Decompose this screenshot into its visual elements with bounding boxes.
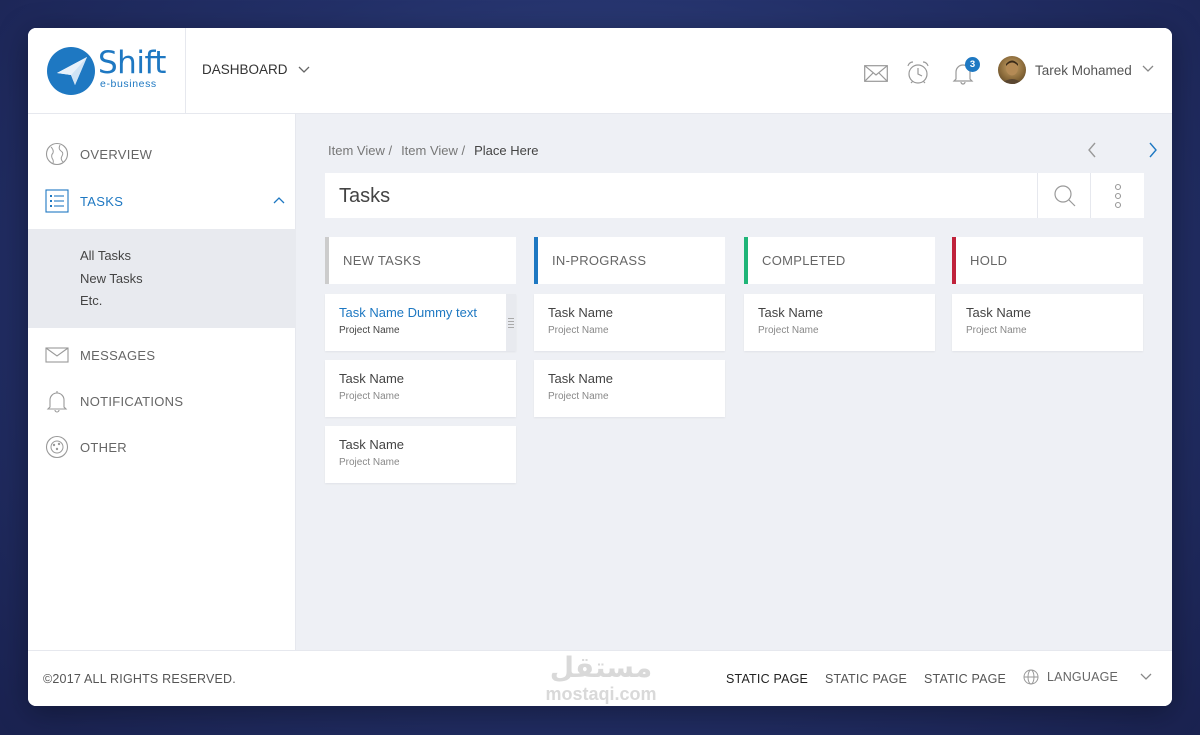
task-name: Task Name	[339, 371, 405, 386]
project-name: Project Name	[758, 325, 819, 336]
task-card[interactable]: Task Name Project Name	[534, 294, 725, 351]
breadcrumb-current: Place Here	[474, 143, 539, 158]
sidebar-item-messages[interactable]: MESSAGES	[45, 342, 285, 368]
task-name: Task Name	[758, 305, 824, 320]
avatar[interactable]	[998, 56, 1026, 84]
chevron-down-icon	[298, 66, 309, 73]
task-name: Task Name	[966, 305, 1032, 320]
project-name: Project Name	[548, 391, 609, 402]
submenu-item-etc[interactable]: Etc.	[80, 293, 102, 308]
vertical-dots-icon	[1114, 183, 1121, 208]
task-name: Task Name	[548, 305, 614, 320]
sidebar-item-label: MESSAGES	[80, 347, 156, 363]
top-header: Shift e-business DASHBOARD 3 Tarek Moham…	[28, 28, 1172, 114]
sidebar-item-other[interactable]: OTHER	[45, 434, 285, 460]
task-card[interactable]: Task Name Dummy text Project Name	[325, 294, 516, 351]
footer-link-static-page[interactable]: STATIC PAGE	[825, 672, 907, 686]
column-header-new-tasks: NEW TASKS	[325, 237, 516, 284]
globe-icon	[45, 142, 69, 166]
page-title: Tasks	[339, 185, 391, 207]
page-header-bar: Tasks	[325, 173, 1144, 218]
previous-arrow-icon[interactable]	[1087, 142, 1097, 158]
more-options-button[interactable]	[1090, 173, 1144, 218]
task-name: Task Name Dummy text	[339, 305, 477, 320]
sidebar-item-notifications[interactable]: NOTIFICATIONS	[45, 388, 285, 414]
chevron-down-icon[interactable]	[1142, 65, 1154, 73]
task-name: Task Name	[548, 371, 614, 386]
project-name: Project Name	[966, 325, 1027, 336]
dots-circle-icon	[45, 435, 69, 459]
dashboard-menu[interactable]: DASHBOARD	[202, 62, 310, 77]
task-card[interactable]: Task Name Project Name	[952, 294, 1143, 351]
main-content: Item View / Item View / Place Here Tasks	[296, 114, 1172, 650]
watermark-arabic: مستقل	[549, 651, 653, 684]
watermark-logo: مستقل mostaqi.com	[526, 651, 676, 706]
task-card[interactable]: Task Name Project Name	[534, 360, 725, 417]
breadcrumb-item[interactable]: Item View /	[328, 143, 392, 158]
brand-tagline: e-business	[100, 78, 157, 90]
search-icon	[1053, 184, 1075, 206]
task-card[interactable]: Task Name Project Name	[325, 426, 516, 483]
list-icon	[45, 189, 69, 213]
brand-name: Shift	[98, 45, 166, 81]
sidebar-item-label: TASKS	[80, 193, 124, 209]
project-name: Project Name	[339, 391, 400, 402]
sidebar-item-label: NOTIFICATIONS	[80, 393, 184, 409]
task-card[interactable]: Task Name Project Name	[744, 294, 935, 351]
bell-icon	[46, 391, 68, 413]
language-label: LANGUAGE	[1047, 670, 1119, 684]
breadcrumb: Item View / Item View / Place Here	[328, 143, 538, 158]
sidebar-item-overview[interactable]: OVERVIEW	[45, 141, 285, 167]
watermark-latin: mostaqi.com	[545, 684, 657, 704]
task-card[interactable]: Task Name Project Name	[325, 360, 516, 417]
chevron-up-icon[interactable]	[273, 196, 285, 204]
dashboard-label: DASHBOARD	[202, 62, 288, 77]
footer-link-static-page[interactable]: STATIC PAGE	[726, 672, 808, 686]
column-header-completed: COMPLETED	[744, 237, 935, 284]
sidebar: OVERVIEW TASKS All Tasks New Tasks Etc.	[28, 114, 296, 650]
next-arrow-icon[interactable]	[1148, 142, 1158, 158]
mail-icon	[45, 347, 69, 363]
footer-link-static-page[interactable]: STATIC PAGE	[924, 672, 1006, 686]
column-header-in-progress: IN-PROGRASS	[534, 237, 725, 284]
logo[interactable]: Shift e-business	[28, 28, 186, 114]
breadcrumb-item[interactable]: Item View /	[401, 143, 465, 158]
project-name: Project Name	[339, 325, 400, 336]
user-name[interactable]: Tarek Mohamed	[1035, 63, 1132, 78]
project-name: Project Name	[339, 457, 400, 468]
paper-plane-logo-icon	[47, 47, 95, 95]
mail-icon[interactable]	[864, 65, 888, 82]
project-name: Project Name	[548, 325, 609, 336]
task-name: Task Name	[339, 437, 405, 452]
language-selector[interactable]: LANGUAGE	[1023, 669, 1152, 685]
notification-count-badge: 3	[965, 57, 980, 72]
drag-handle-icon[interactable]	[506, 294, 516, 351]
chevron-down-icon	[1140, 673, 1152, 680]
submenu-item-new-tasks[interactable]: New Tasks	[80, 271, 143, 286]
search-button[interactable]	[1037, 173, 1091, 218]
app-window: Shift e-business DASHBOARD 3 Tarek Moham…	[28, 28, 1172, 706]
column-header-hold: HOLD	[952, 237, 1143, 284]
sidebar-item-label: OVERVIEW	[80, 146, 153, 162]
footer: ©2017 ALL RIGHTS RESERVED. مستقل mostaqi…	[28, 650, 1172, 706]
sidebar-item-label: OTHER	[80, 439, 127, 455]
sidebar-item-tasks[interactable]: TASKS	[45, 188, 285, 214]
tasks-submenu: All Tasks New Tasks Etc.	[28, 229, 296, 328]
alarm-clock-icon[interactable]	[905, 60, 931, 86]
submenu-item-all-tasks[interactable]: All Tasks	[80, 248, 131, 263]
copyright-text: ©2017 ALL RIGHTS RESERVED.	[43, 672, 236, 686]
globe-icon	[1023, 669, 1039, 685]
